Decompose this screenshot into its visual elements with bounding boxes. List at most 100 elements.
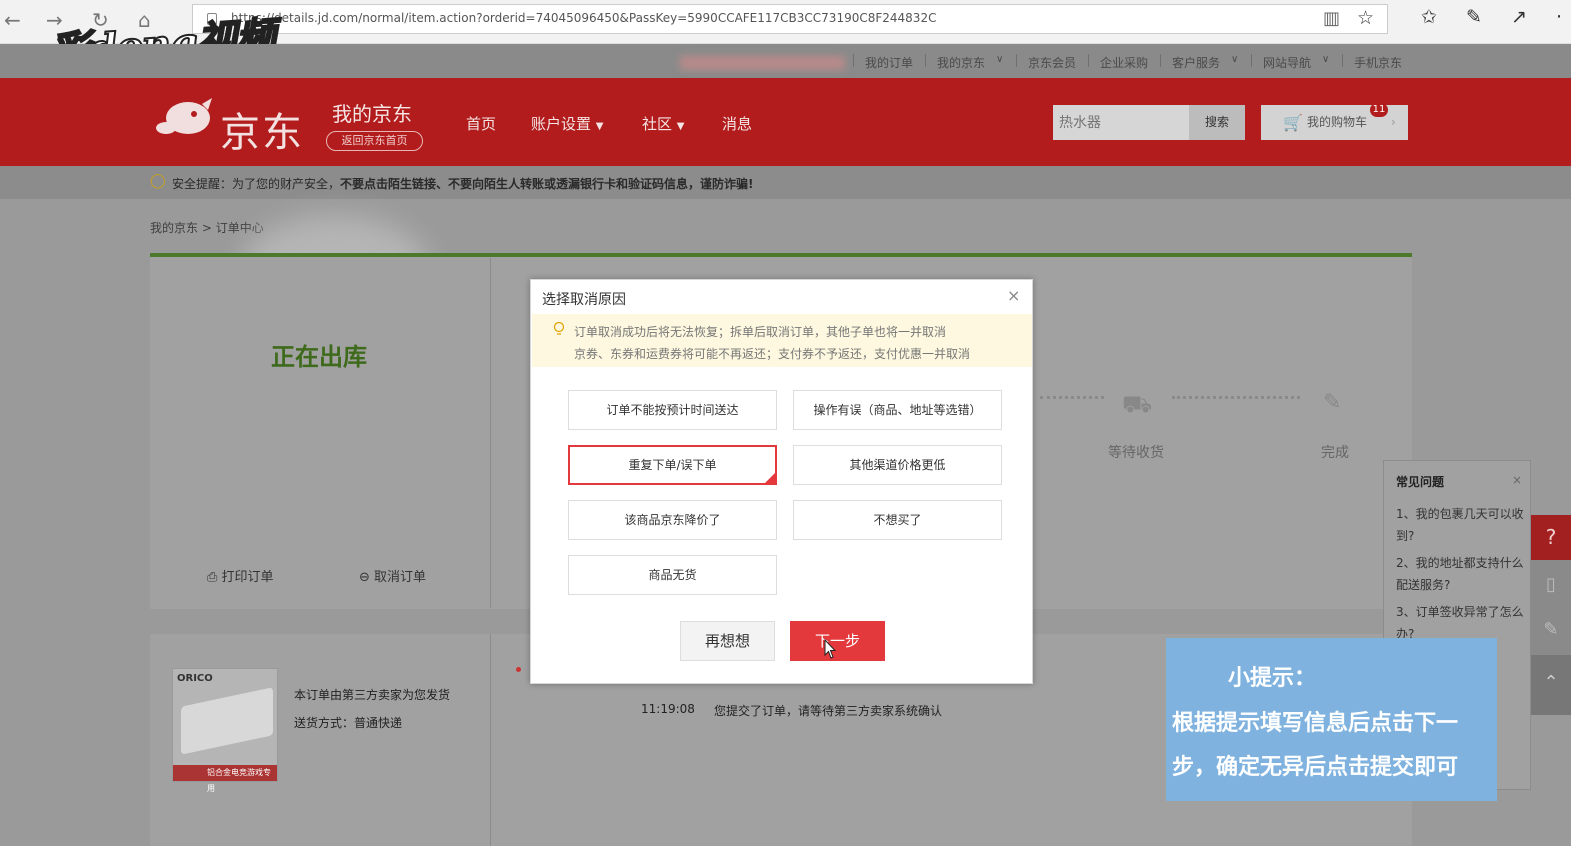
hint-title: 小提示：	[1228, 666, 1317, 691]
nav-label: 账户设置	[531, 115, 592, 133]
reason-option[interactable]: 商品无货	[568, 555, 777, 595]
dialog-title: 选择取消原因	[542, 292, 626, 308]
log-text: 您提交了订单，请等待第三方卖家系统确认	[714, 704, 943, 718]
product-image[interactable]: ORICO 铝合金电竞游戏专用	[172, 668, 278, 793]
divider	[1342, 54, 1343, 67]
divider	[1088, 54, 1089, 67]
step-complete: 完成	[1321, 445, 1349, 461]
shipping-method: 送货方式：普通快递	[294, 716, 403, 730]
top-link-enterprise[interactable]: 企业采购	[1100, 54, 1148, 71]
star-icon[interactable]: ☆	[1357, 7, 1374, 29]
faq-title: 常见问题	[1396, 475, 1445, 489]
seller-note: 本订单由第三方卖家为您发货	[294, 688, 451, 702]
breadcrumb-myjd[interactable]: 我的京东	[150, 221, 198, 235]
reason-option[interactable]: 该商品京东降价了	[568, 500, 777, 540]
checked-corner-icon	[765, 473, 775, 483]
top-link-member[interactable]: 京东会员	[1028, 54, 1076, 71]
cancel-reason-dialog: 选择取消原因 × 订单取消成功后将无法恢复；拆单后取消订单，其他子单也将一并取消…	[530, 279, 1033, 684]
breadcrumb-order-center[interactable]: 订单中心	[216, 221, 264, 235]
top-link-service[interactable]: 客户服务	[1172, 54, 1220, 71]
favorites-icon[interactable]: ✩	[1421, 6, 1437, 28]
nav-messages[interactable]: 消息	[722, 113, 752, 134]
nav-label: 社区	[642, 115, 673, 133]
reader-icon[interactable]: ▥	[1323, 8, 1340, 29]
top-link-sitenav[interactable]: 网站导航	[1263, 54, 1311, 71]
reason-option[interactable]: 不想买了	[793, 500, 1002, 540]
top-link-orders[interactable]: 我的订单	[865, 54, 913, 71]
faq-item[interactable]: 1、我的包裹几天可以收到?	[1396, 503, 1524, 547]
right-sidebar: ? ▯ ✎ ⌃	[1531, 515, 1571, 715]
bulb-icon	[553, 322, 565, 335]
reason-option[interactable]: 其他渠道价格更低	[793, 445, 1002, 485]
truck-icon: ⛟	[1122, 390, 1153, 418]
reconsider-button[interactable]: 再想想	[680, 621, 775, 661]
cancel-label: 取消订单	[374, 570, 427, 585]
divider	[1251, 54, 1252, 67]
breadcrumb: 我的京东 > 订单中心	[150, 219, 264, 236]
bulb-icon: ◯	[150, 173, 166, 189]
product-tag: 铝合金电竞游戏专用	[173, 765, 277, 793]
nav-home[interactable]: 首页	[466, 113, 496, 134]
search-input[interactable]	[1053, 105, 1189, 140]
reason-option[interactable]: 操作有误（商品、地址等选错）	[793, 390, 1002, 430]
chevron-down-icon: ∨	[1322, 54, 1330, 65]
security-bar: ◯ 安全提醒：为了您的财产安全，不要点击陌生链接、不要向陌生人转账或透漏银行卡和…	[0, 166, 1571, 199]
chevron-right-icon: ›	[1391, 115, 1396, 129]
security-label: 安全提醒：为了您的财产安全，	[172, 177, 341, 191]
status-line	[150, 253, 1412, 257]
divider	[490, 258, 491, 608]
blurred-username	[680, 56, 845, 70]
order-status: 正在出库	[271, 343, 367, 371]
caret-down-icon: ▼	[595, 121, 604, 132]
reason-label: 重复下单/误下单	[628, 458, 717, 472]
search-button[interactable]: 搜索	[1189, 105, 1245, 140]
help-icon[interactable]: ?	[1531, 515, 1571, 560]
search-box: 搜索	[1053, 105, 1245, 140]
share-icon[interactable]: ↗	[1511, 6, 1527, 28]
divider	[1160, 54, 1161, 67]
cancel-order-button[interactable]: ⊖ 取消订单	[359, 566, 426, 585]
product-brand: ORICO	[177, 673, 213, 684]
progress-dots	[1040, 396, 1104, 399]
progress-dots	[1172, 396, 1300, 399]
document-icon: ✎	[1323, 390, 1342, 415]
caret-down-icon: ▼	[676, 121, 685, 132]
pen-icon[interactable]: ✎	[1466, 6, 1482, 28]
printer-icon: ⎙	[207, 570, 218, 585]
back-to-top-icon[interactable]: ⌃	[1531, 655, 1571, 715]
mouse-cursor-icon	[824, 639, 837, 659]
chevron-right-icon: >	[201, 221, 216, 235]
cart-icon: 🛒	[1283, 113, 1303, 132]
minus-circle-icon: ⊖	[359, 570, 370, 585]
more-icon[interactable]: ·	[1556, 6, 1562, 28]
warning-line-2: 京券、东券和运费券将可能不再返还；支付券不予返还，支付优惠一并取消	[574, 347, 971, 361]
back-home-link[interactable]: 返回京东首页	[326, 131, 423, 151]
divider	[490, 634, 491, 846]
close-icon[interactable]: ×	[1512, 473, 1522, 487]
faq-item[interactable]: 2、我的地址都支持什么配送服务?	[1396, 552, 1524, 596]
jd-logo-text[interactable]: 京东	[220, 100, 304, 158]
timeline-dot	[516, 667, 521, 672]
security-warning: 不要点击陌生链接、不要向陌生人转账或透漏银行卡和验证码信息，谨防诈骗!	[340, 177, 754, 191]
warning-box: 订单取消成功后将无法恢复；拆单后取消订单，其他子单也将一并取消 京券、东券和运费…	[532, 314, 1032, 367]
phone-icon[interactable]: ▯	[1531, 565, 1571, 605]
divider	[853, 54, 854, 67]
cart-label: 我的购物车	[1307, 115, 1368, 129]
top-link-mobile[interactable]: 手机京东	[1354, 54, 1402, 71]
back-icon[interactable]: ←	[4, 8, 21, 32]
address-bar[interactable]: https://details.jd.com/normal/item.actio…	[192, 4, 1388, 34]
top-link-myjd[interactable]: 我的京东	[937, 54, 985, 71]
warning-line-1: 订单取消成功后将无法恢复；拆单后取消订单，其他子单也将一并取消	[574, 325, 947, 339]
nav-account-settings[interactable]: 账户设置 ▼	[531, 113, 604, 134]
cart-count-badge: 11	[1370, 103, 1388, 117]
print-label: 打印订单	[221, 570, 274, 585]
print-order-button[interactable]: ⎙ 打印订单	[207, 566, 274, 585]
edit-icon[interactable]: ✎	[1531, 610, 1571, 650]
reason-option[interactable]: 订单不能按预计时间送达	[568, 390, 777, 430]
jd-dog-logo-icon[interactable]	[152, 96, 216, 146]
close-icon[interactable]: ×	[1007, 286, 1020, 305]
nav-community[interactable]: 社区 ▼	[642, 113, 685, 134]
divider	[925, 54, 926, 67]
hint-body: 根据提示填写信息后点击下一步，确定无异后点击提交即可	[1172, 711, 1459, 780]
reason-option-selected[interactable]: 重复下单/误下单	[568, 445, 777, 485]
